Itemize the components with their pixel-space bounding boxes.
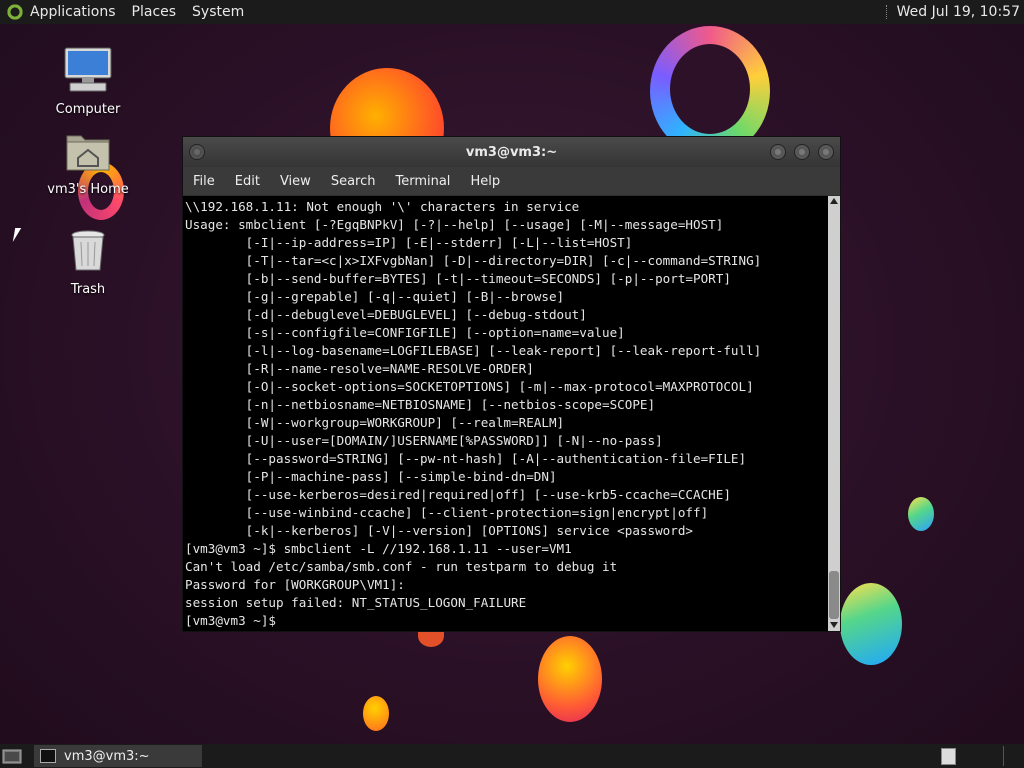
terminal-menubar: File Edit View Search Terminal Help	[183, 167, 840, 195]
menu-view[interactable]: View	[280, 174, 311, 189]
show-desktop-icon[interactable]	[2, 747, 22, 765]
desktop-icon-label: Computer	[55, 102, 121, 117]
bottom-panel: vm3@vm3:~	[0, 744, 1024, 768]
terminal-icon	[40, 749, 56, 763]
panel-separator	[1003, 746, 1004, 766]
scrollbar-thumb[interactable]	[829, 571, 839, 619]
menu-places[interactable]: Places	[132, 4, 177, 20]
desktop-icon-home[interactable]: vm3's Home	[43, 130, 133, 197]
terminal-window[interactable]: vm3@vm3:~ File Edit View Search Terminal…	[182, 136, 841, 632]
desktop-icon-label: vm3's Home	[47, 182, 129, 197]
menu-file[interactable]: File	[193, 174, 215, 189]
window-title: vm3@vm3:~	[465, 144, 558, 160]
top-panel: Applications Places System Wed Jul 19, 1…	[0, 0, 1024, 24]
window-menu-button[interactable]	[189, 144, 205, 160]
home-folder-icon	[66, 135, 110, 171]
window-titlebar[interactable]: vm3@vm3:~	[183, 137, 840, 167]
menu-edit[interactable]: Edit	[235, 174, 260, 189]
mouse-pointer-icon	[12, 228, 22, 242]
workspace-switcher[interactable]	[941, 748, 956, 765]
trash-icon	[71, 230, 105, 271]
menu-help[interactable]: Help	[470, 174, 500, 189]
distro-logo-icon[interactable]	[6, 3, 24, 21]
scroll-down-icon[interactable]	[830, 622, 838, 628]
wallpaper-bubble	[908, 497, 934, 531]
desktop-icon-label: Trash	[70, 282, 106, 297]
terminal-scrollbar[interactable]	[828, 196, 840, 631]
desktop-icon-trash[interactable]: Trash	[43, 228, 133, 297]
menu-system[interactable]: System	[192, 4, 244, 20]
menu-search[interactable]: Search	[331, 174, 376, 189]
terminal-output[interactable]: \\192.168.1.11: Not enough '\' character…	[185, 198, 826, 631]
taskbar-button-label: vm3@vm3:~	[64, 748, 150, 764]
terminal-body[interactable]: \\192.168.1.11: Not enough '\' character…	[183, 196, 840, 631]
wallpaper-bubble	[840, 583, 902, 665]
scroll-up-icon[interactable]	[830, 198, 838, 204]
menu-terminal[interactable]: Terminal	[395, 174, 450, 189]
taskbar-button-terminal[interactable]: vm3@vm3:~	[34, 745, 202, 767]
wallpaper-bubble	[538, 636, 602, 722]
close-button[interactable]	[818, 144, 834, 160]
wallpaper-bubble	[363, 696, 389, 731]
computer-icon	[64, 47, 112, 92]
minimize-button[interactable]	[770, 144, 786, 160]
menu-applications[interactable]: Applications	[30, 4, 116, 20]
maximize-button[interactable]	[794, 144, 810, 160]
desktop-icon-computer[interactable]: Computer	[43, 46, 133, 117]
clock[interactable]: Wed Jul 19, 10:57	[897, 4, 1020, 20]
panel-separator	[885, 5, 889, 19]
